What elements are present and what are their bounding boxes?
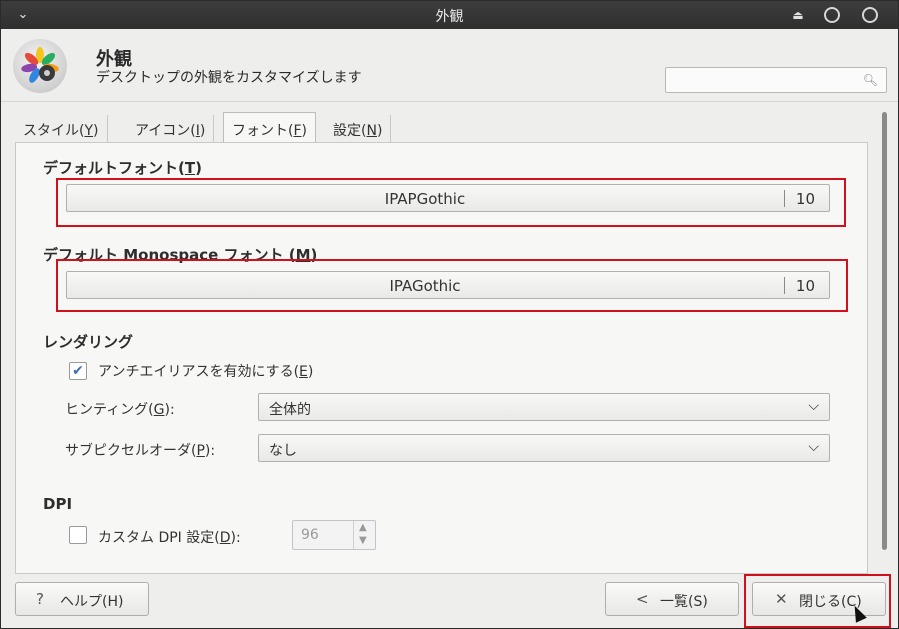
spin-down-icon[interactable]: ▼ [359, 535, 367, 546]
overview-button[interactable]: < 一覧(S) [605, 582, 739, 616]
custom-dpi-label: カスタム DPI 設定(D): [98, 527, 241, 547]
default-font-heading-suffix: ) [195, 159, 202, 177]
header-divider [1, 101, 898, 102]
subpixel-label-key: P [196, 443, 205, 459]
title-bar[interactable]: ⌄ 外観 ⏏ [1, 1, 898, 29]
subpixel-value: なし [269, 443, 297, 459]
subpixel-label: サブピクセルオーダ(P): [65, 440, 215, 460]
tab-style[interactable]: スタイル(Y) [15, 115, 108, 143]
close-window-icon[interactable] [862, 7, 878, 23]
chevron-left-icon: < [636, 590, 649, 608]
dpi-heading: DPI [43, 495, 73, 513]
custom-dpi-label-text: カスタム DPI 設定( [98, 530, 220, 546]
tab-icons-suffix: ) [199, 123, 206, 139]
highlight-box-close-button [744, 574, 891, 628]
scrollbar-thumb[interactable] [882, 112, 887, 550]
appearance-window: ⌄ 外観 ⏏ 外観 デスクトップの外観をカスタマイズします 🔍︎ スタイル(Y)… [0, 0, 899, 629]
appearance-app-icon [13, 39, 67, 93]
tab-style-suffix: ) [93, 123, 99, 139]
dpi-spin-buttons: ▲ ▼ [353, 521, 375, 549]
subpixel-label-text: サブピクセルオーダ( [65, 443, 197, 459]
rendering-heading: レンダリング [43, 333, 134, 351]
dialog-subtitle: デスクトップの外観をカスタマイズします [96, 70, 362, 86]
dialog-header: 外観 デスクトップの外観をカスタマイズします 🔍︎ [1, 29, 898, 101]
hinting-select[interactable]: 全体的 ⌵ [258, 393, 830, 421]
window-title: 外観 [435, 9, 464, 25]
search-icon: 🔍︎ [862, 73, 878, 87]
custom-dpi-label-key: D [219, 530, 231, 546]
tab-style-label: スタイル( [23, 123, 85, 139]
dpi-spinbox[interactable]: 96 ▲ ▼ [292, 520, 376, 550]
custom-dpi-checkbox[interactable] [69, 526, 87, 544]
chevron-down-icon: ⌵ [808, 398, 819, 414]
highlight-box-mono-font [56, 259, 848, 312]
hinting-value: 全体的 [269, 402, 311, 418]
default-font-heading-text: デフォルトフォント( [43, 159, 185, 177]
antialias-checkbox[interactable]: ✔ [69, 362, 87, 380]
default-font-heading-key: T [184, 159, 196, 177]
subpixel-label-suffix: ): [204, 443, 216, 459]
tab-fonts-label: フォント( [232, 123, 294, 139]
hinting-label-key: G [153, 402, 165, 418]
antialias-label-key: E [299, 364, 308, 380]
tab-icons-label: アイコン( [135, 123, 196, 139]
overview-button-label: 一覧(S) [660, 594, 708, 610]
spin-up-icon[interactable]: ▲ [359, 522, 367, 533]
help-button-label: ヘルプ(H) [60, 594, 124, 610]
subpixel-select[interactable]: なし ⌵ [258, 434, 830, 462]
vertical-scrollbar[interactable] [878, 102, 890, 572]
tab-settings-key: N [366, 123, 377, 139]
custom-dpi-label-suffix: ): [230, 530, 241, 546]
search-input[interactable]: 🔍︎ [665, 67, 887, 93]
hinting-label-text: ヒンティング( [65, 402, 154, 418]
help-icon: ? [36, 590, 44, 608]
default-font-heading: デフォルトフォント(T) [43, 157, 202, 178]
tab-fonts-key: F [293, 123, 302, 139]
tab-settings-label: 設定( [333, 123, 367, 139]
help-button[interactable]: ? ヘルプ(H) [15, 582, 149, 616]
tab-settings-suffix: ) [376, 123, 383, 139]
highlight-box-default-font [56, 178, 846, 227]
hinting-label: ヒンティング(G): [65, 399, 175, 419]
antialias-label: アンチエイリアスを有効にする(E) [98, 361, 313, 381]
antialias-label-text: アンチエイリアスを有効にする( [98, 364, 300, 380]
tab-icons[interactable]: アイコン(I) [127, 115, 215, 143]
hinting-label-suffix: ): [164, 402, 175, 418]
tab-fonts[interactable]: フォント(F) [223, 112, 316, 144]
eject-icon[interactable]: ⏏ [790, 7, 806, 23]
dpi-value: 96 [301, 527, 319, 543]
minimize-icon[interactable] [824, 7, 840, 23]
antialias-label-suffix: ) [307, 364, 314, 380]
tab-style-key: Y [84, 123, 94, 139]
tab-settings[interactable]: 設定(N) [325, 115, 392, 143]
chevron-down-icon: ⌵ [808, 439, 819, 455]
tab-fonts-suffix: ) [301, 123, 307, 139]
